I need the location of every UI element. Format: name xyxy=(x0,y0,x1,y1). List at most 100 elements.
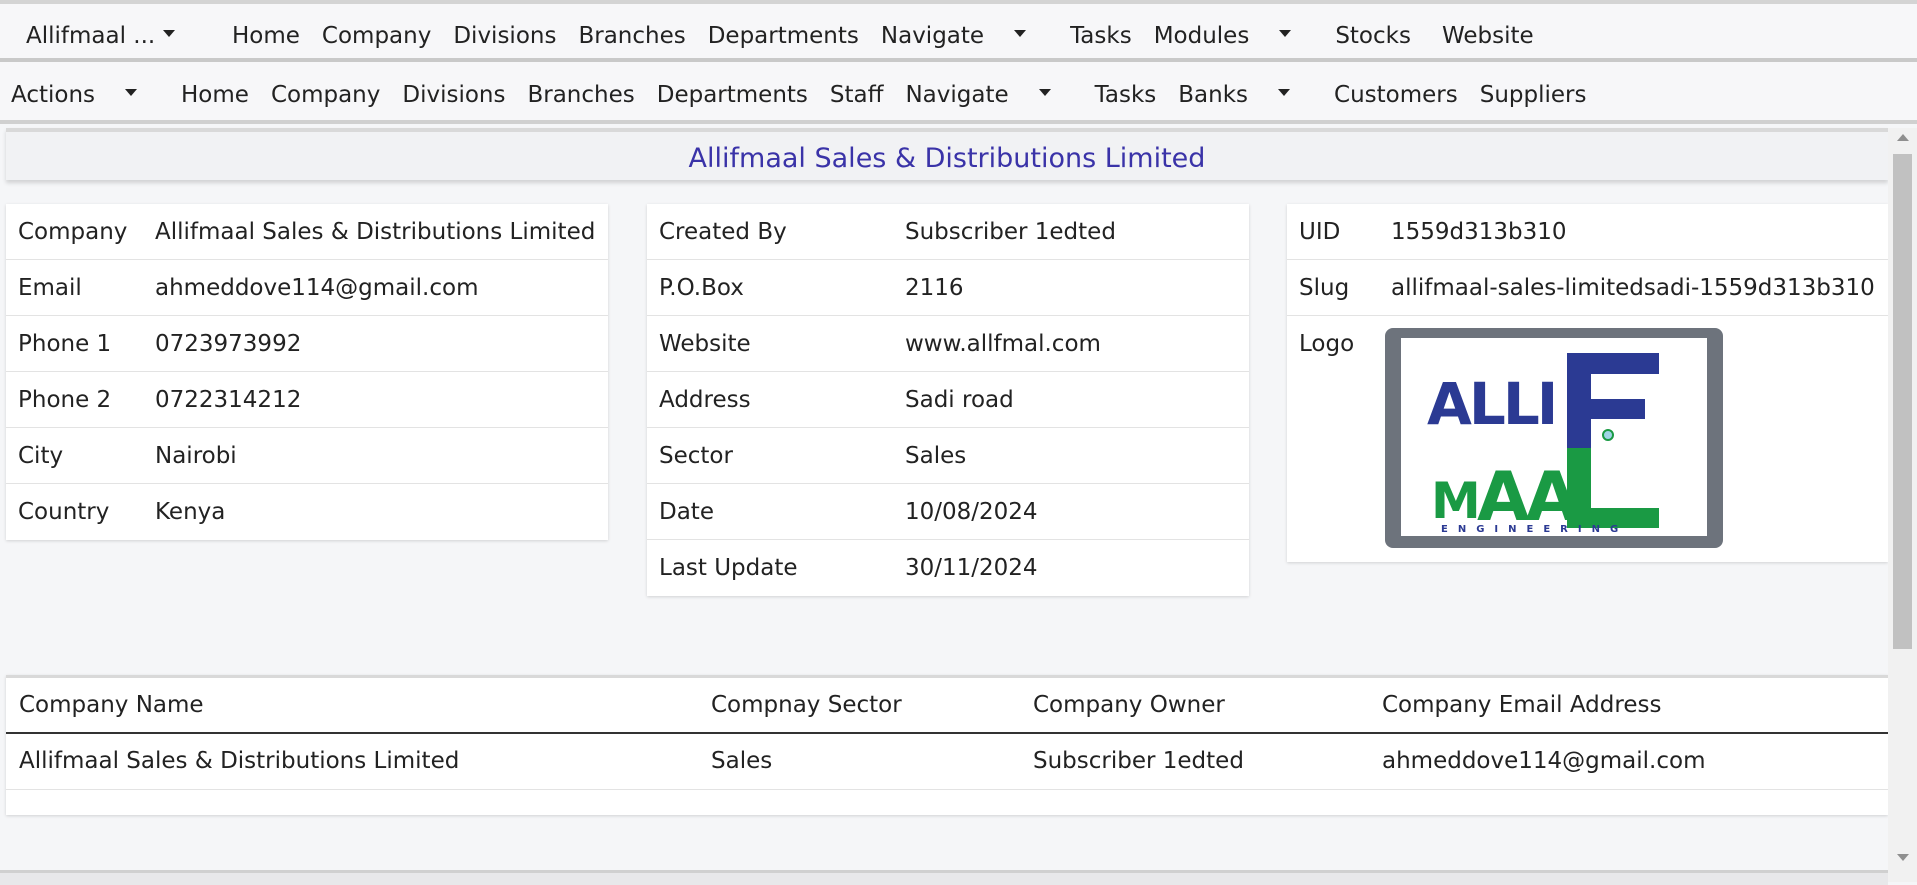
detail-label: Date xyxy=(659,499,714,525)
nav-departments[interactable]: Departments xyxy=(708,23,859,49)
detail-value: Nairobi xyxy=(155,443,237,469)
nav-tasks[interactable]: Tasks xyxy=(1070,23,1132,49)
subnav-company[interactable]: Company xyxy=(271,82,380,108)
detail-label: Sector xyxy=(659,443,733,469)
subnav-tasks[interactable]: Tasks xyxy=(1095,82,1157,108)
table-cell: Subscriber 1edted xyxy=(1033,748,1244,774)
nav-home[interactable]: Home xyxy=(232,23,300,49)
detail-row: Sector Sales xyxy=(647,428,1249,484)
detail-label: Country xyxy=(18,499,110,525)
allifmaal-logo-graphic: ALLI M AA ENGINEERING xyxy=(1427,353,1659,537)
table-cell: Sales xyxy=(711,748,773,774)
svg-text:M: M xyxy=(1431,472,1481,530)
top-nav-menu: Home Company Divisions Branches Departme… xyxy=(232,23,1556,49)
actions-dropdown[interactable]: Actions xyxy=(11,82,159,108)
detail-label: UID xyxy=(1299,219,1341,245)
nav-modules-dropdown[interactable]: Modules xyxy=(1154,23,1314,49)
detail-row: P.O.Box 2116 xyxy=(647,260,1249,316)
table-header: Company Name Compnay Sector Company Owne… xyxy=(6,678,1888,734)
table-cell: ahmeddove114@gmail.com xyxy=(1382,748,1706,774)
column-header: Company Owner xyxy=(1033,692,1225,718)
nav-navigate-label: Navigate xyxy=(880,23,985,49)
nav-stocks[interactable]: Stocks xyxy=(1335,23,1411,49)
detail-label: Company xyxy=(18,219,128,245)
subnav-branches[interactable]: Branches xyxy=(527,82,634,108)
detail-value: allifmaal-sales-limitedsadi-1559d313b310 xyxy=(1391,275,1875,301)
detail-label: Logo xyxy=(1299,331,1355,357)
nav-branches[interactable]: Branches xyxy=(578,23,685,49)
brand-dropdown[interactable]: Allifmaal ... xyxy=(26,23,176,49)
top-navbar: Allifmaal ... Home Company Divisions Bra… xyxy=(0,0,1917,62)
subnav-departments[interactable]: Departments xyxy=(657,82,808,108)
subnav-suppliers[interactable]: Suppliers xyxy=(1480,82,1587,108)
detail-value: Sales xyxy=(905,443,967,469)
svg-text:ALLI: ALLI xyxy=(1427,370,1555,438)
chevron-down-icon xyxy=(1038,89,1051,96)
logo-tagline: ENGINEERING xyxy=(1441,524,1628,535)
detail-value: www.allfmal.com xyxy=(905,331,1101,357)
subnav-banks-label: Banks xyxy=(1178,82,1249,108)
page-title: Allifmaal Sales & Distributions Limited xyxy=(688,143,1206,174)
detail-row: Company Allifmaal Sales & Distributions L… xyxy=(6,204,608,260)
detail-value: Allifmaal Sales & Distributions Limited xyxy=(155,219,596,245)
detail-label: Email xyxy=(18,275,82,301)
detail-row: Phone 1 0723973992 xyxy=(6,316,608,372)
detail-row: Phone 2 0722314212 xyxy=(6,372,608,428)
detail-value: 0723973992 xyxy=(155,331,302,357)
subnav-navigate-dropdown[interactable]: Navigate xyxy=(905,82,1072,108)
detail-row: UID 1559d313b310 xyxy=(1287,204,1888,260)
company-logo: ALLI M AA ENGINEERING xyxy=(1385,328,1723,548)
column-header: Company Email Address xyxy=(1382,692,1662,718)
nav-divisions[interactable]: Divisions xyxy=(453,23,556,49)
vertical-scrollbar[interactable] xyxy=(1888,128,1917,882)
scroll-up-icon[interactable] xyxy=(1897,134,1909,141)
detail-label: Website xyxy=(659,331,751,357)
company-meta-card: Created By Subscriber 1edted P.O.Box 2116 … xyxy=(647,204,1249,596)
chevron-down-icon xyxy=(1278,89,1291,96)
detail-label: Phone 1 xyxy=(18,331,112,357)
subnav-staff[interactable]: Staff xyxy=(830,82,884,108)
company-table: Company Name Compnay Sector Company Owne… xyxy=(6,675,1888,815)
detail-label: Phone 2 xyxy=(18,387,112,413)
nav-website[interactable]: Website xyxy=(1442,23,1534,49)
chevron-down-icon xyxy=(1279,30,1292,37)
subnav-divisions[interactable]: Divisions xyxy=(402,82,505,108)
detail-row: Address Sadi road xyxy=(647,372,1249,428)
main-content: Allifmaal Sales & Distributions Limited … xyxy=(6,128,1888,880)
subnav-navigate-label: Navigate xyxy=(905,82,1009,108)
chevron-down-icon xyxy=(163,30,176,37)
scroll-down-icon[interactable] xyxy=(1897,854,1909,861)
detail-label: Address xyxy=(659,387,751,413)
nav-navigate-dropdown[interactable]: Navigate xyxy=(881,23,1048,49)
detail-row: Slug allifmaal-sales-limitedsadi-1559d313… xyxy=(1287,260,1888,316)
subnav-customers[interactable]: Customers xyxy=(1334,82,1458,108)
company-identity-card: UID 1559d313b310 Slug allifmaal-sales-limi… xyxy=(1287,204,1888,562)
detail-label: Last Update xyxy=(659,555,798,581)
detail-label: Slug xyxy=(1299,275,1350,301)
detail-value: Kenya xyxy=(155,499,226,525)
detail-value: ahmeddove114@gmail.com xyxy=(155,275,479,301)
detail-label: P.O.Box xyxy=(659,275,744,301)
secondary-nav-menu: Actions Home Company Divisions Branches … xyxy=(11,82,1609,108)
scroll-thumb[interactable] xyxy=(1893,154,1912,649)
footer-bar xyxy=(0,870,1888,885)
column-header: Compnay Sector xyxy=(711,692,902,718)
chevron-down-icon xyxy=(125,89,138,96)
detail-value: 2116 xyxy=(905,275,964,301)
subnav-home[interactable]: Home xyxy=(181,82,249,108)
detail-row: Date 10/08/2024 xyxy=(647,484,1249,540)
table-cell: Allifmaal Sales & Distributions Limited xyxy=(19,748,460,774)
subnav-banks-dropdown[interactable]: Banks xyxy=(1178,82,1312,108)
brand-label: Allifmaal ... xyxy=(26,23,156,49)
detail-row: Created By Subscriber 1edted xyxy=(647,204,1249,260)
detail-row: Country Kenya xyxy=(6,484,608,540)
detail-value: Subscriber 1edted xyxy=(905,219,1116,245)
actions-label: Actions xyxy=(11,82,96,108)
detail-value: 30/11/2024 xyxy=(905,555,1038,581)
detail-row: Last Update 30/11/2024 xyxy=(647,540,1249,596)
table-row[interactable]: Allifmaal Sales & Distributions Limited … xyxy=(6,734,1888,790)
company-contact-card: Company Allifmaal Sales & Distributions L… xyxy=(6,204,608,540)
logo-image: ALLI M AA ENGINEERING xyxy=(1401,338,1707,537)
detail-value: 0722314212 xyxy=(155,387,302,413)
nav-company[interactable]: Company xyxy=(322,23,431,49)
